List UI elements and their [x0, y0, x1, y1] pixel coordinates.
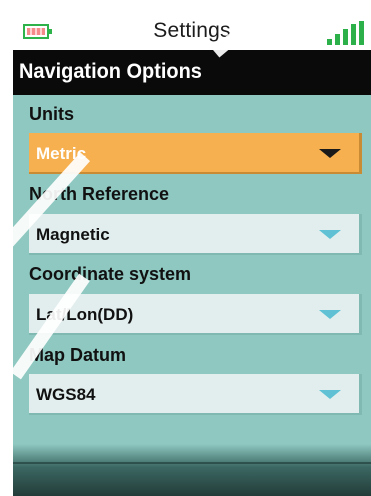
map-datum-value: WGS84 [36, 385, 96, 404]
status-title: Settings [153, 19, 231, 42]
page-header: Navigation Options [13, 50, 371, 95]
units-label: Units [29, 104, 74, 124]
map-datum-label: Map Datum [29, 345, 127, 365]
units-value: Metric [36, 144, 87, 163]
coordinate-system-dropdown[interactable]: Lat/Lon(DD) [29, 294, 362, 335]
status-bar: Settings [13, 8, 371, 50]
chevron-down-icon [319, 390, 341, 399]
page-title: Navigation Options [19, 60, 202, 83]
device-screen: Settings Navigation Options Units Metric… [13, 8, 371, 496]
signal-strength-icon [325, 21, 365, 45]
north-reference-value: Magnetic [36, 225, 110, 244]
softkey-bar [13, 444, 371, 496]
chevron-down-icon [319, 149, 341, 158]
coordinate-system-value: Lat/Lon(DD) [36, 305, 134, 324]
north-reference-label: North Reference [29, 184, 170, 204]
units-dropdown[interactable]: Metric [29, 133, 362, 174]
map-datum-dropdown[interactable]: WGS84 [29, 374, 362, 415]
coordinate-system-label: Coordinate system [29, 264, 192, 284]
chevron-down-icon [319, 310, 341, 319]
chevron-down-icon [319, 230, 341, 239]
north-reference-dropdown[interactable]: Magnetic [29, 214, 362, 255]
